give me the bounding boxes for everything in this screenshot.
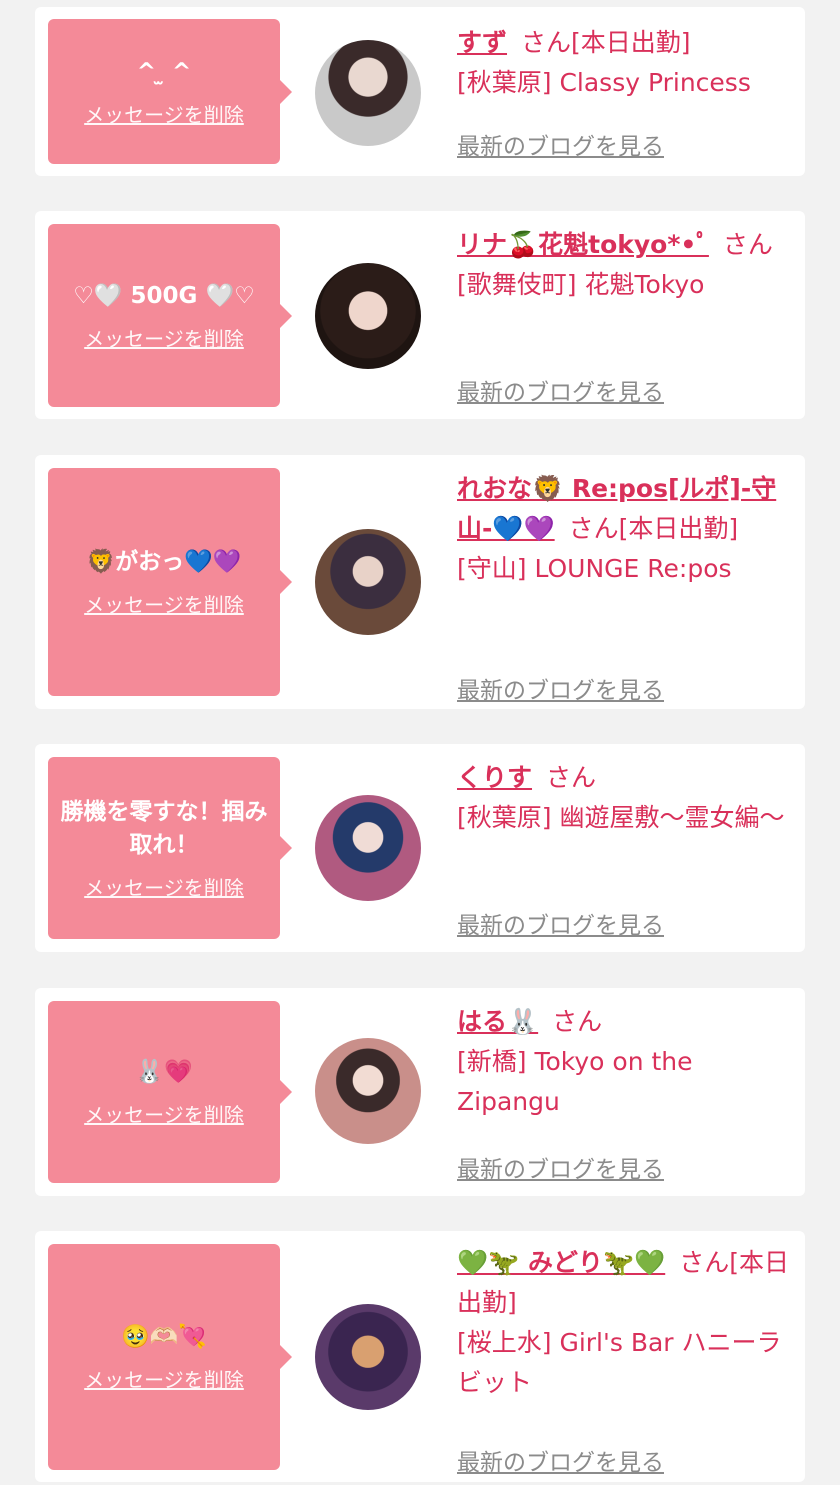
cast-name-link[interactable]: はる🐰 [457,1007,538,1036]
avatar[interactable] [315,1304,421,1410]
delete-message-link[interactable]: メッセージを削除 [84,99,244,128]
message-card: 🦁がおっ💙💜 メッセージを削除 れおな🦁 Re:pos[ルポ]-守山-💙💜 さん[… [35,455,805,709]
avatar[interactable] [315,529,421,635]
avatar[interactable] [315,1038,421,1144]
honorific-suffix: さん [521,28,572,57]
delete-message-link[interactable]: メッセージを削除 [84,1099,244,1128]
blog-link[interactable]: 最新のブログを見る [457,127,664,161]
status-badge: [本日出勤] [571,28,691,57]
shop-text: [秋葉原] Classy Princess [457,68,751,97]
message-text: ^ ̫ ^ [136,58,192,85]
honorific-suffix: さん [679,1248,730,1277]
message-text: 🐰💗 [135,1059,193,1085]
cast-name-link[interactable]: リナ🍒花魁tokyo*•ﾟ [457,230,709,259]
card-info: くりす さん [秋葉原] 幽遊屋敷〜霊女編〜 最新のブログを見る [457,758,797,939]
message-card: ♡🤍 500G 🤍♡ メッセージを削除 リナ🍒花魁tokyo*•ﾟ さん [歌舞伎… [35,211,805,419]
message-bubble: ^ ̫ ^ メッセージを削除 [48,19,292,164]
card-info: れおな🦁 Re:pos[ルポ]-守山-💙💜 さん[本日出勤] [守山] LOUNG… [457,469,797,704]
delete-message-link[interactable]: メッセージを削除 [84,872,244,901]
shop-text: [桜上水] Girl's Bar ハニーラビット [457,1328,782,1397]
avatar[interactable] [315,263,421,369]
avatar[interactable] [315,795,421,901]
message-card: 🥹🫶🏻💘 メッセージを削除 💚🦖 みどり🦖💚 さん[本日出勤] [桜上水] Gir… [35,1231,805,1482]
message-bubble: 🐰💗 メッセージを削除 [48,1001,292,1183]
delete-message-link[interactable]: メッセージを削除 [84,589,244,618]
shop-text: [秋葉原] 幽遊屋敷〜霊女編〜 [457,803,785,832]
message-bubble: 🥹🫶🏻💘 メッセージを削除 [48,1244,292,1470]
message-text: 勝機を零すな！掴み取れ！ [60,798,268,858]
cast-name-link[interactable]: すず [457,28,507,57]
card-info: 💚🦖 みどり🦖💚 さん[本日出勤] [桜上水] Girl's Bar ハニーラビッ… [457,1243,797,1476]
shop-text: [守山] LOUNGE Re:pos [457,554,732,583]
message-text: 🥹🫶🏻💘 [121,1324,207,1350]
message-card: 勝機を零すな！掴み取れ！ メッセージを削除 くりす さん [秋葉原] 幽遊屋敷〜霊… [35,744,805,952]
avatar[interactable] [315,40,421,146]
honorific-suffix: さん [568,514,619,543]
delete-message-link[interactable]: メッセージを削除 [84,1364,244,1393]
shop-text: [歌舞伎町] 花魁Tokyo [457,270,705,299]
honorific-suffix: さん [552,1007,603,1036]
message-text: 🦁がおっ💙💜 [86,549,242,575]
blog-link[interactable]: 最新のブログを見る [457,671,664,705]
message-bubble: ♡🤍 500G 🤍♡ メッセージを削除 [48,224,292,407]
honorific-suffix: さん [722,230,773,259]
card-info: すず さん[本日出勤] [秋葉原] Classy Princess 最新のブログを… [457,23,797,160]
message-bubble: 🦁がおっ💙💜 メッセージを削除 [48,468,292,696]
cast-name-link[interactable]: 💚🦖 みどり🦖💚 [457,1248,665,1277]
message-card: 🐰💗 メッセージを削除 はる🐰 さん [新橋] Tokyo on the Zipa… [35,988,805,1196]
blog-link[interactable]: 最新のブログを見る [457,906,664,940]
shop-text: [新橋] Tokyo on the Zipangu [457,1047,693,1116]
honorific-suffix: さん [546,763,597,792]
delete-message-link[interactable]: メッセージを削除 [84,323,244,352]
blog-link[interactable]: 最新のブログを見る [457,1443,664,1477]
blog-link[interactable]: 最新のブログを見る [457,1150,664,1184]
message-card: ^ ̫ ^ メッセージを削除 すず さん[本日出勤] [秋葉原] Classy P… [35,7,805,176]
card-info: はる🐰 さん [新橋] Tokyo on the Zipangu 最新のブログを見… [457,1002,797,1183]
blog-link[interactable]: 最新のブログを見る [457,373,664,407]
card-info: リナ🍒花魁tokyo*•ﾟ さん [歌舞伎町] 花魁Tokyo 最新のブログを見る [457,225,797,406]
message-bubble: 勝機を零すな！掴み取れ！ メッセージを削除 [48,757,292,939]
status-badge: [本日出勤] [618,514,739,543]
message-text: ♡🤍 500G 🤍♡ [73,282,255,309]
cast-name-link[interactable]: くりす [457,763,532,792]
